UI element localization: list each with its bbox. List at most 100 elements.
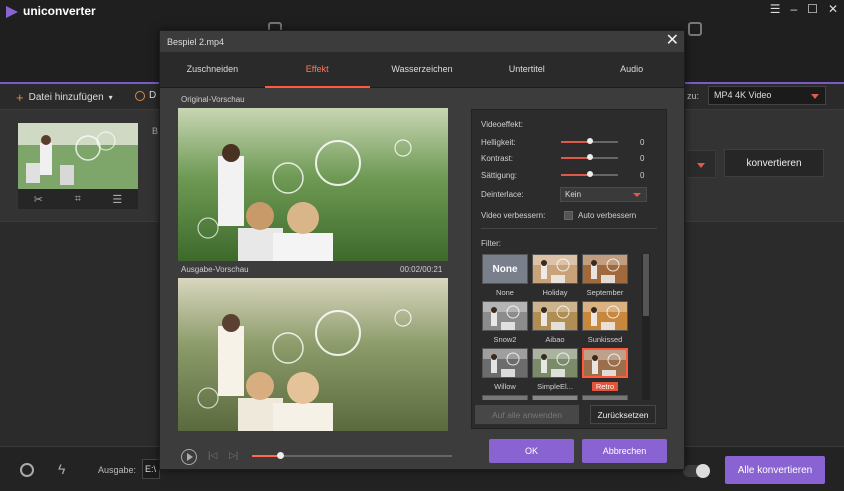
effects-icon[interactable]: ☰ (112, 193, 122, 206)
auto-enhance-label[interactable]: Auto verbessern (578, 211, 636, 220)
panel-divider (481, 228, 657, 229)
filter-label: SimpleEl... (537, 382, 573, 391)
filter-item-next-row[interactable] (582, 395, 628, 400)
brightness-slider-fill (561, 141, 590, 143)
filter-grid: None None Holiday September Snow2 Aibao (482, 254, 628, 400)
chevron-down-icon: ▾ (108, 93, 113, 102)
window-controls: ☰ – ☐ ✕ (770, 2, 838, 16)
add-dvd-button[interactable]: D (135, 90, 156, 101)
brightness-value: 0 (640, 138, 645, 147)
play-button[interactable] (181, 449, 197, 465)
tab-crop[interactable]: Zuschneiden (160, 52, 265, 87)
contrast-slider[interactable] (561, 154, 618, 160)
video-effect-title: Videoeffekt: (481, 120, 523, 129)
toolbox-nav-icon[interactable] (688, 22, 702, 36)
deinterlace-select[interactable]: Kein (560, 187, 647, 202)
seek-bar[interactable] (252, 452, 452, 459)
original-preview-label: Original-Vorschau (181, 95, 245, 104)
filter-item-simpleelegant[interactable]: SimpleEl... (532, 348, 578, 391)
filter-swatch (532, 395, 578, 400)
merge-videos-toggle[interactable] (683, 464, 710, 478)
video-thumbnail[interactable] (18, 123, 138, 189)
auto-enhance-checkbox[interactable] (564, 211, 573, 220)
chevron-down-icon (697, 163, 705, 168)
close-window-icon[interactable]: ✕ (828, 2, 838, 16)
filter-item-willow[interactable]: Willow (482, 348, 528, 391)
seek-bar-progress (252, 455, 280, 457)
apply-to-all-button[interactable]: Auf alle anwenden (475, 405, 579, 424)
filter-swatch: None (482, 254, 528, 284)
lightning-icon[interactable]: ϟ (58, 461, 65, 477)
tab-audio[interactable]: Audio (579, 52, 684, 87)
original-preview (178, 108, 448, 261)
dvd-icon (135, 90, 145, 101)
alarm-clock-icon[interactable] (20, 463, 34, 477)
next-frame-icon[interactable]: ▷| (229, 450, 238, 461)
filter-item-holiday[interactable]: Holiday (532, 254, 578, 297)
file-name-partial: B (152, 126, 159, 136)
tab-effect[interactable]: Effekt (264, 52, 370, 88)
ok-button[interactable]: OK (489, 439, 574, 463)
filter-item-aibao[interactable]: Aibao (532, 301, 578, 344)
tab-watermark[interactable]: Wasserzeichen (370, 52, 475, 87)
deinterlace-label: Deinterlace: (481, 190, 524, 199)
output-preview (178, 278, 448, 431)
previous-frame-icon[interactable]: |◁ (208, 450, 217, 461)
app-title: uniconverter (23, 4, 96, 18)
filter-item-sunkissed[interactable]: Sunkissed (582, 301, 628, 344)
filter-title: Filter: (481, 239, 501, 248)
brightness-label: Helligkeit: (481, 138, 516, 147)
brightness-slider[interactable] (561, 138, 618, 144)
output-path-field[interactable]: E:\ (142, 459, 160, 479)
filter-item-retro[interactable]: Retro (582, 348, 628, 391)
crop-icon[interactable]: ⌗ (75, 193, 81, 206)
filter-item-snow2[interactable]: Snow2 (482, 301, 528, 344)
filter-label: Aibao (545, 335, 565, 344)
saturation-slider-fill (561, 174, 590, 176)
filter-item-next-row[interactable] (532, 395, 578, 400)
convert-to-label: zu: (687, 91, 700, 101)
output-format-select[interactable]: MP4 4K Video (708, 86, 826, 105)
filter-item-september[interactable]: September (582, 254, 628, 297)
filter-swatch (482, 395, 528, 400)
reset-button[interactable]: Zurücksetzen (590, 405, 656, 424)
convert-button[interactable]: konvertieren (724, 149, 824, 177)
filter-item-none[interactable]: None None (482, 254, 528, 297)
output-format-value: MP4 4K Video (714, 90, 772, 100)
filter-swatch (582, 348, 628, 378)
filter-scrollbar[interactable] (642, 254, 650, 400)
tab-subtitle[interactable]: Untertitel (474, 52, 579, 87)
filter-swatch (532, 301, 578, 331)
cancel-button[interactable]: Abbrechen (582, 439, 667, 463)
contrast-label: Kontrast: (481, 154, 514, 163)
filter-item-next-row[interactable] (482, 395, 528, 400)
minimize-icon[interactable]: – (790, 2, 797, 16)
dialog-title: Bespiel 2.mp4 (167, 37, 225, 47)
thumbnail-toolbar: ✂ ⌗ ☰ (18, 189, 138, 209)
filter-swatch (582, 395, 628, 400)
contrast-slider-handle[interactable] (586, 154, 593, 160)
scissors-icon[interactable]: ✂ (34, 193, 43, 206)
filter-label: Sunkissed (587, 335, 623, 344)
add-file-button[interactable]: + Datei hinzufügen ▾ (16, 90, 113, 105)
app-logo-icon (6, 6, 18, 18)
saturation-slider-handle[interactable] (586, 171, 593, 177)
deinterlace-value: Kein (565, 190, 582, 199)
filter-label: Snow2 (493, 335, 517, 344)
close-icon[interactable]: ✕ (666, 32, 679, 50)
filter-scrollbar-thumb[interactable] (643, 254, 649, 316)
seek-bar-handle[interactable] (277, 452, 284, 459)
filter-swatch (532, 254, 578, 284)
filter-label: Willow (494, 382, 516, 391)
effect-dialog: Bespiel 2.mp4 ✕ Zuschneiden Effekt Wasse… (159, 30, 685, 470)
saturation-slider[interactable] (561, 171, 618, 177)
brightness-slider-handle[interactable] (586, 138, 593, 144)
filter-swatch (582, 301, 628, 331)
video-effect-panel: Videoeffekt: Helligkeit: 0 Kontrast: 0 S… (471, 109, 667, 429)
filter-label: Retro (592, 382, 618, 391)
contrast-slider-fill (561, 157, 590, 159)
file-format-dropdown[interactable] (686, 150, 716, 178)
maximize-icon[interactable]: ☐ (807, 2, 818, 16)
convert-all-button[interactable]: Alle konvertieren (725, 456, 825, 484)
menu-icon[interactable]: ☰ (770, 2, 781, 16)
